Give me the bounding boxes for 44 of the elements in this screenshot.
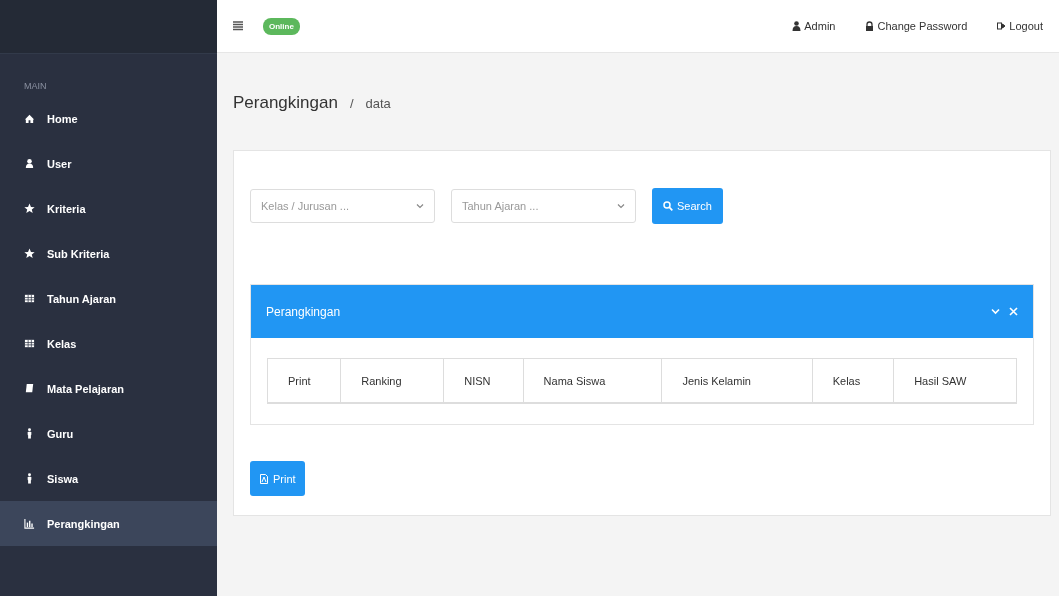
sidebar-item[interactable]: Kriteria bbox=[0, 186, 217, 231]
logout-icon bbox=[997, 21, 1007, 31]
sidebar-item[interactable]: Kelas bbox=[0, 321, 217, 366]
page-title: Perangkingan bbox=[233, 93, 338, 113]
panel-title: Perangkingan bbox=[266, 304, 342, 319]
breadcrumb-separator: / bbox=[349, 96, 354, 111]
bar-chart-icon bbox=[24, 518, 35, 529]
search-icon bbox=[663, 201, 673, 211]
column-header: Kelas bbox=[812, 358, 894, 403]
star-icon bbox=[24, 203, 35, 214]
section-label: MAIN bbox=[24, 81, 47, 91]
column-header: Jenis Kelamin bbox=[662, 358, 813, 403]
column-header: Nama Siswa bbox=[523, 358, 662, 403]
chevron-down-icon bbox=[617, 203, 625, 209]
star-icon bbox=[24, 248, 35, 259]
sidebar-item[interactable]: Tahun Ajaran bbox=[0, 276, 217, 321]
table-icon bbox=[24, 293, 35, 304]
column-header: Hasil SAW bbox=[893, 358, 1017, 403]
column-header: Print bbox=[267, 358, 341, 403]
sidebar-item[interactable]: Siswa bbox=[0, 456, 217, 501]
close-icon[interactable] bbox=[1009, 307, 1018, 316]
user-icon bbox=[24, 158, 35, 169]
sidebar-item[interactable]: Home bbox=[0, 96, 217, 141]
lock-icon bbox=[865, 21, 875, 31]
table-icon bbox=[24, 338, 35, 349]
user-icon bbox=[792, 21, 802, 31]
status-badge: Online bbox=[263, 17, 300, 35]
sidebar-item[interactable]: Sub Kriteria bbox=[0, 231, 217, 276]
sidebar-item[interactable]: Mata Pelajaran bbox=[0, 366, 217, 411]
document-icon bbox=[259, 473, 269, 484]
column-header: NISN bbox=[443, 358, 524, 403]
chevron-down-icon[interactable] bbox=[991, 307, 1000, 316]
sidebar-item[interactable]: Guru bbox=[0, 411, 217, 456]
page-subtitle: data bbox=[365, 96, 391, 111]
menu-icon[interactable] bbox=[233, 20, 243, 32]
sidebar-item[interactable]: Perangkingan bbox=[0, 501, 217, 546]
home-icon bbox=[24, 113, 35, 124]
book-icon bbox=[24, 383, 35, 394]
sidebar-item[interactable]: User bbox=[0, 141, 217, 186]
header-link[interactable]: Logout bbox=[997, 20, 1043, 32]
header-link[interactable]: Admin bbox=[792, 20, 836, 32]
column-header: Ranking bbox=[340, 358, 444, 403]
chevron-down-icon bbox=[416, 203, 424, 209]
header-link[interactable]: Change Password bbox=[865, 20, 968, 32]
